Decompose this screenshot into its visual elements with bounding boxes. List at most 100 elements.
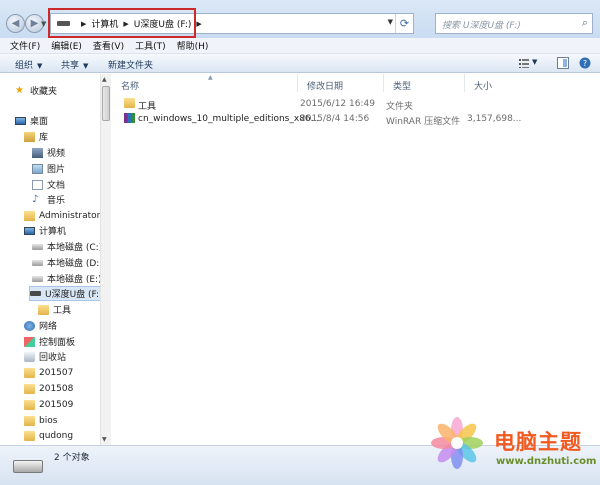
command-bar: 组织 ▼ 共享 ▼ 新建文件夹 ▼ ? bbox=[0, 54, 600, 73]
pictures-icon bbox=[32, 163, 43, 174]
organize-label: 组织 bbox=[15, 61, 34, 71]
object-count: 2 个对象 bbox=[54, 453, 90, 463]
nav-control-panel[interactable]: 控制面板 bbox=[24, 334, 112, 349]
control-panel-icon bbox=[24, 336, 35, 347]
menu-bar: 文件(F) 编辑(E) 查看(V) 工具(T) 帮助(H) bbox=[0, 38, 600, 54]
nav-videos-label: 视频 bbox=[47, 149, 66, 159]
address-dropdown-icon[interactable]: ▼ bbox=[388, 18, 393, 26]
nav-disk-e-label: 本地磁盘 (E:) bbox=[47, 275, 102, 285]
usb-drive-icon bbox=[13, 460, 43, 473]
preview-pane-icon[interactable] bbox=[557, 57, 569, 69]
nav-folder-201509[interactable]: 201509 bbox=[24, 397, 112, 412]
music-note-icon: ♪ bbox=[32, 193, 39, 205]
file-type: 文件夹 bbox=[386, 102, 414, 112]
user-folder-icon bbox=[24, 210, 35, 221]
nav-favorites[interactable]: ★ 收藏夹 bbox=[15, 83, 112, 98]
nav-folder-201508-label: 201508 bbox=[39, 383, 74, 394]
star-icon: ★ bbox=[15, 84, 24, 96]
nav-folder-qudong-label: qudong bbox=[39, 430, 74, 441]
file-list-pane: 名称 ▲ 修改日期 类型 大小 工具 2015/6/12 16:49 文件夹 c… bbox=[112, 74, 600, 445]
menu-file[interactable]: 文件(F) bbox=[10, 39, 40, 52]
watermark-url: www.dnzhuti.com bbox=[496, 456, 597, 467]
file-date: 2015/8/4 14:56 bbox=[300, 114, 370, 124]
address-bar-row: ◀ ▶ ▼ ▶ 计算机 ▶ U深度U盘 (F:) ▶ ▼ ⟳ 搜索 U深度U盘 … bbox=[0, 0, 600, 38]
refresh-button[interactable]: ⟳ bbox=[395, 14, 413, 33]
scroll-up-icon[interactable]: ▲ bbox=[102, 76, 107, 83]
usb-drive-icon bbox=[30, 291, 41, 296]
nav-administrator[interactable]: Administrator bbox=[24, 208, 112, 223]
menu-help[interactable]: 帮助(H) bbox=[177, 39, 209, 52]
share-label: 共享 bbox=[61, 61, 80, 71]
folder-icon bbox=[24, 367, 35, 378]
desktop-icon bbox=[15, 116, 26, 125]
file-type: WinRAR 压缩文件 bbox=[386, 117, 461, 127]
column-header-size[interactable]: 大小 bbox=[465, 74, 545, 92]
document-icon bbox=[32, 179, 43, 190]
nav-folder-201508[interactable]: 201508 bbox=[24, 381, 112, 396]
nav-recycle-bin-label: 回收站 bbox=[39, 353, 67, 363]
scrollbar-thumb[interactable] bbox=[102, 86, 110, 121]
nav-disk-d-label: 本地磁盘 (D:) bbox=[47, 259, 103, 269]
video-icon bbox=[32, 147, 43, 158]
address-highlight-box bbox=[48, 8, 196, 38]
hard-disk-icon bbox=[32, 259, 43, 266]
search-placeholder: 搜索 U深度U盘 (F:) bbox=[442, 21, 521, 31]
nav-libraries[interactable]: 库 bbox=[24, 129, 112, 144]
sort-ascending-icon: ▲ bbox=[208, 74, 213, 81]
nav-folder-201507-label: 201507 bbox=[39, 367, 74, 378]
nav-libraries-label: 库 bbox=[39, 133, 49, 143]
nav-network[interactable]: 网络 bbox=[24, 318, 112, 333]
nav-pictures-label: 图片 bbox=[47, 165, 66, 175]
share-button[interactable]: 共享 ▼ bbox=[61, 58, 88, 71]
file-date: 2015/6/12 16:49 bbox=[300, 99, 375, 109]
nav-folder-qudong[interactable]: qudong bbox=[24, 428, 112, 443]
nav-folder-201509-label: 201509 bbox=[39, 399, 74, 410]
nav-usb-drive[interactable]: U深度U盘 (F:) bbox=[29, 286, 103, 301]
hard-disk-icon bbox=[32, 243, 43, 250]
nav-folder-201507[interactable]: 201507 bbox=[24, 365, 112, 380]
menu-view[interactable]: 查看(V) bbox=[93, 39, 124, 52]
nav-computer[interactable]: 计算机 bbox=[24, 223, 112, 238]
nav-folder-bios-label: bios bbox=[39, 415, 58, 426]
menu-tools[interactable]: 工具(T) bbox=[135, 39, 166, 52]
column-header-date[interactable]: 修改日期 bbox=[298, 74, 384, 92]
nav-pane-scrollbar[interactable]: ▲ ▼ bbox=[100, 74, 111, 445]
nav-favorites-label: 收藏夹 bbox=[30, 87, 58, 97]
recent-pages-chevron-icon[interactable]: ▼ bbox=[41, 21, 47, 28]
new-folder-button[interactable]: 新建文件夹 bbox=[108, 58, 153, 71]
file-row[interactable]: 工具 2015/6/12 16:49 文件夹 bbox=[123, 97, 593, 112]
change-view-icon[interactable] bbox=[518, 57, 530, 69]
file-name: 工具 bbox=[138, 102, 157, 112]
column-date-label: 修改日期 bbox=[307, 82, 344, 92]
menu-edit[interactable]: 编辑(E) bbox=[51, 39, 82, 52]
nav-desktop[interactable]: 桌面 bbox=[15, 113, 112, 128]
nav-control-panel-label: 控制面板 bbox=[39, 338, 76, 348]
search-icon[interactable]: ⌕ bbox=[582, 16, 588, 30]
nav-folder-bios[interactable]: bios bbox=[24, 413, 112, 428]
column-type-label: 类型 bbox=[393, 82, 412, 92]
file-row[interactable]: cn_windows_10_multiple_editions_x86... 2… bbox=[123, 112, 593, 127]
folder-icon bbox=[24, 399, 35, 410]
help-icon[interactable]: ? bbox=[579, 57, 591, 69]
nav-music-label: 音乐 bbox=[47, 196, 66, 206]
organize-button[interactable]: 组织 ▼ bbox=[15, 58, 42, 71]
column-header-type[interactable]: 类型 bbox=[384, 74, 465, 92]
breadcrumb-separator-icon[interactable]: ▶ bbox=[196, 20, 201, 28]
hard-disk-icon bbox=[32, 275, 43, 282]
search-input[interactable]: 搜索 U深度U盘 (F:) ⌕ bbox=[435, 13, 593, 34]
scroll-down-icon[interactable]: ▼ bbox=[102, 436, 107, 443]
chevron-down-icon: ▼ bbox=[83, 62, 89, 70]
folder-icon bbox=[24, 430, 35, 441]
nav-recycle-bin[interactable]: 回收站 bbox=[24, 349, 112, 364]
folder-icon bbox=[24, 415, 35, 426]
library-icon bbox=[24, 131, 35, 142]
view-options-chevron-icon[interactable]: ▼ bbox=[532, 58, 537, 66]
nav-usb-drive-label: U深度U盘 (F:) bbox=[45, 290, 103, 300]
winrar-icon bbox=[124, 113, 135, 123]
back-button[interactable]: ◀ bbox=[6, 14, 25, 33]
computer-icon bbox=[24, 226, 35, 235]
file-name: cn_windows_10_multiple_editions_x86... bbox=[138, 114, 320, 124]
navigation-pane: ★ 收藏夹 桌面 库 视频 图片 文档 ♪ 音乐 Administrator 计算机… bbox=[0, 74, 112, 445]
column-header-name[interactable]: 名称 ▲ bbox=[112, 74, 298, 92]
column-name-label: 名称 bbox=[121, 82, 140, 92]
